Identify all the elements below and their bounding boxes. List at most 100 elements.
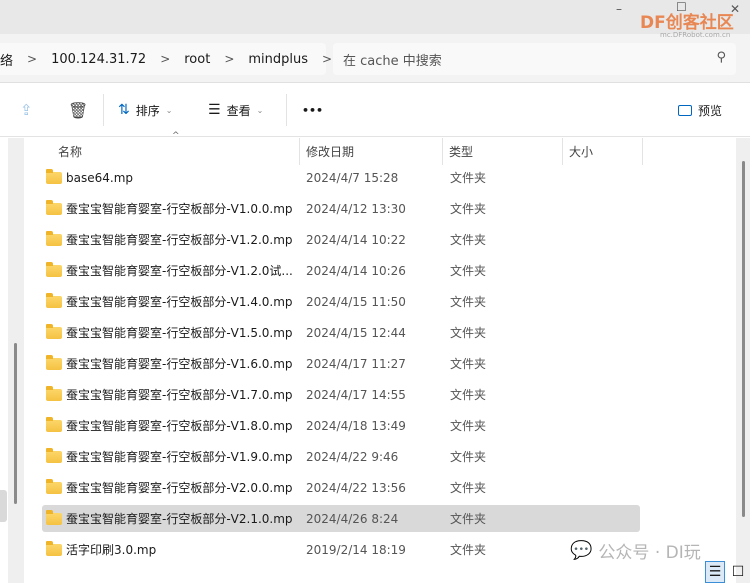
- file-date: 2019/2/14 18:19: [306, 542, 406, 557]
- folder-icon: [46, 199, 62, 215]
- file-type: 文件夹: [450, 450, 487, 464]
- sort-button[interactable]: ⇅ 排序 ⌄: [118, 83, 172, 137]
- details-view-button[interactable]: ☰: [705, 561, 725, 583]
- share-icon[interactable]: ⇪: [20, 83, 33, 137]
- chevron-right-icon[interactable]: >: [224, 52, 234, 66]
- column-date-label: 修改日期: [306, 145, 355, 159]
- file-date: 2024/4/14 10:22: [306, 232, 406, 247]
- breadcrumb-host[interactable]: 100.124.31.72: [51, 52, 146, 67]
- folder-icon: [46, 416, 62, 432]
- file-row[interactable]: 蚕宝宝智能育婴室-行空板部分-V1.2.0.mp 2024/4/14 10:22…: [42, 226, 640, 253]
- wechat-watermark: 💬 公众号 · DI玩: [570, 538, 701, 563]
- column-header-size[interactable]: 大小: [563, 138, 643, 165]
- file-row[interactable]: 蚕宝宝智能育婴室-行空板部分-V1.5.0.mp 2024/4/15 12:44…: [42, 319, 640, 346]
- divider: [103, 94, 104, 126]
- title-bar: [0, 0, 750, 34]
- view-button[interactable]: ☰ 查看 ⌄: [208, 83, 263, 137]
- file-name: 蚕宝宝智能育婴室-行空板部分-V1.0.0.mp: [66, 202, 293, 216]
- chevron-right-icon[interactable]: >: [160, 52, 170, 66]
- minimize-button[interactable]: –: [616, 2, 622, 16]
- file-name: 蚕宝宝智能育婴室-行空板部分-V1.9.0.mp: [66, 450, 293, 464]
- file-list-scrollbar-thumb[interactable]: [742, 161, 745, 517]
- file-name: 蚕宝宝智能育婴室-行空板部分-V1.4.0.mp: [66, 295, 293, 309]
- chevron-down-icon: ⌄: [165, 105, 173, 115]
- file-row[interactable]: 活字印刷3.0.mp 2019/2/14 18:19 文件夹: [42, 536, 640, 563]
- breadcrumb-network[interactable]: 络: [0, 50, 13, 69]
- folder-icon: [46, 540, 62, 556]
- breadcrumb-root[interactable]: root: [184, 52, 210, 67]
- column-header-name[interactable]: 名称: [52, 138, 300, 165]
- folder-icon: [46, 292, 62, 308]
- file-type: 文件夹: [450, 171, 487, 185]
- file-row[interactable]: 蚕宝宝智能育婴室-行空板部分-V1.7.0.mp 2024/4/17 14:55…: [42, 381, 640, 408]
- file-type: 文件夹: [450, 357, 487, 371]
- breadcrumb-mindplus[interactable]: mindplus: [248, 52, 308, 67]
- column-name-label: 名称: [58, 145, 83, 159]
- file-date: 2024/4/22 9:46: [306, 449, 399, 464]
- chevron-down-icon: ⌄: [256, 105, 264, 115]
- watermark-text: 公众号 · DI玩: [598, 543, 701, 563]
- file-row[interactable]: 蚕宝宝智能育婴室-行空板部分-V1.4.0.mp 2024/4/15 11:50…: [42, 288, 640, 315]
- preview-pane-icon: [678, 104, 692, 116]
- file-row[interactable]: 蚕宝宝智能育婴室-行空板部分-V1.8.0.mp 2024/4/18 13:49…: [42, 412, 640, 439]
- file-name: 活字印刷3.0.mp: [66, 543, 157, 557]
- file-date: 2024/4/17 11:27: [306, 356, 406, 371]
- column-type-label: 类型: [449, 145, 474, 159]
- column-header-date[interactable]: 修改日期: [300, 138, 443, 165]
- wechat-icon: 💬: [570, 540, 593, 561]
- file-type: 文件夹: [450, 419, 487, 433]
- folder-icon: [46, 323, 62, 339]
- search-placeholder: 在 cache 中搜索: [343, 53, 442, 69]
- folder-icon: [46, 385, 62, 401]
- folder-icon: [46, 509, 62, 525]
- file-date: 2024/4/26 8:24: [306, 511, 399, 526]
- file-type: 文件夹: [450, 481, 487, 495]
- file-date: 2024/4/18 13:49: [306, 418, 406, 433]
- file-type: 文件夹: [450, 512, 487, 526]
- more-options-button[interactable]: •••: [302, 83, 323, 137]
- preview-button[interactable]: 预览: [678, 83, 722, 137]
- file-type: 文件夹: [450, 388, 487, 402]
- search-input[interactable]: 在 cache 中搜索 ⚲: [333, 43, 736, 75]
- search-icon[interactable]: ⚲: [716, 50, 726, 65]
- file-type: 文件夹: [450, 543, 487, 557]
- file-row[interactable]: 蚕宝宝智能育婴室-行空板部分-V2.1.0.mp 2024/4/26 8:24 …: [42, 505, 640, 532]
- file-row[interactable]: 蚕宝宝智能育婴室-行空板部分-V1.0.0.mp 2024/4/12 13:30…: [42, 195, 640, 222]
- file-row[interactable]: base64.mp 2024/4/7 15:28 文件夹: [42, 164, 640, 191]
- file-date: 2024/4/7 15:28: [306, 170, 399, 185]
- breadcrumb[interactable]: 络> 100.124.31.72> root> mindplus> cache>: [0, 43, 409, 75]
- file-name: 蚕宝宝智能育婴室-行空板部分-V1.2.0试...: [66, 264, 293, 278]
- file-date: 2024/4/22 13:56: [306, 480, 406, 495]
- file-date: 2024/4/12 13:30: [306, 201, 406, 216]
- chevron-right-icon[interactable]: >: [322, 52, 332, 66]
- divider: [286, 94, 287, 126]
- file-type: 文件夹: [450, 295, 487, 309]
- file-row[interactable]: 蚕宝宝智能育婴室-行空板部分-V1.6.0.mp 2024/4/17 11:27…: [42, 350, 640, 377]
- delete-icon[interactable]: 🗑: [68, 83, 88, 137]
- file-row[interactable]: 蚕宝宝智能育婴室-行空板部分-V1.2.0试... 2024/4/14 10:2…: [42, 257, 640, 284]
- column-size-label: 大小: [569, 145, 594, 159]
- nav-pane-scrollbar-thumb[interactable]: [14, 343, 17, 504]
- file-name: 蚕宝宝智能育婴室-行空板部分-V1.5.0.mp: [66, 326, 293, 340]
- dfrobot-logo-watermark: DF创客社区: [640, 13, 734, 33]
- preview-label: 预览: [698, 103, 723, 118]
- dfrobot-url-watermark: mc.DFRobot.com.cn: [660, 31, 731, 39]
- file-row[interactable]: 蚕宝宝智能育婴室-行空板部分-V2.0.0.mp 2024/4/22 13:56…: [42, 474, 640, 501]
- tiles-view-button[interactable]: ☐: [728, 561, 748, 583]
- file-name: 蚕宝宝智能育婴室-行空板部分-V1.6.0.mp: [66, 357, 293, 371]
- file-name: 蚕宝宝智能育婴室-行空板部分-V1.2.0.mp: [66, 233, 293, 247]
- file-row[interactable]: 蚕宝宝智能育婴室-行空板部分-V1.9.0.mp 2024/4/22 9:46 …: [42, 443, 640, 470]
- file-date: 2024/4/14 10:26: [306, 263, 406, 278]
- column-header-type[interactable]: 类型: [443, 138, 563, 165]
- folder-icon: [46, 168, 62, 184]
- view-list-icon: ☰: [208, 102, 221, 118]
- file-type: 文件夹: [450, 264, 487, 278]
- file-date: 2024/4/17 14:55: [306, 387, 406, 402]
- folder-icon: [46, 354, 62, 370]
- folder-icon: [46, 447, 62, 463]
- sort-icon: ⇅: [118, 102, 130, 118]
- file-type: 文件夹: [450, 233, 487, 247]
- chevron-right-icon[interactable]: >: [27, 52, 37, 66]
- file-name: 蚕宝宝智能育婴室-行空板部分-V2.1.0.mp: [66, 512, 293, 526]
- nav-pane-selected-item[interactable]: [0, 490, 7, 522]
